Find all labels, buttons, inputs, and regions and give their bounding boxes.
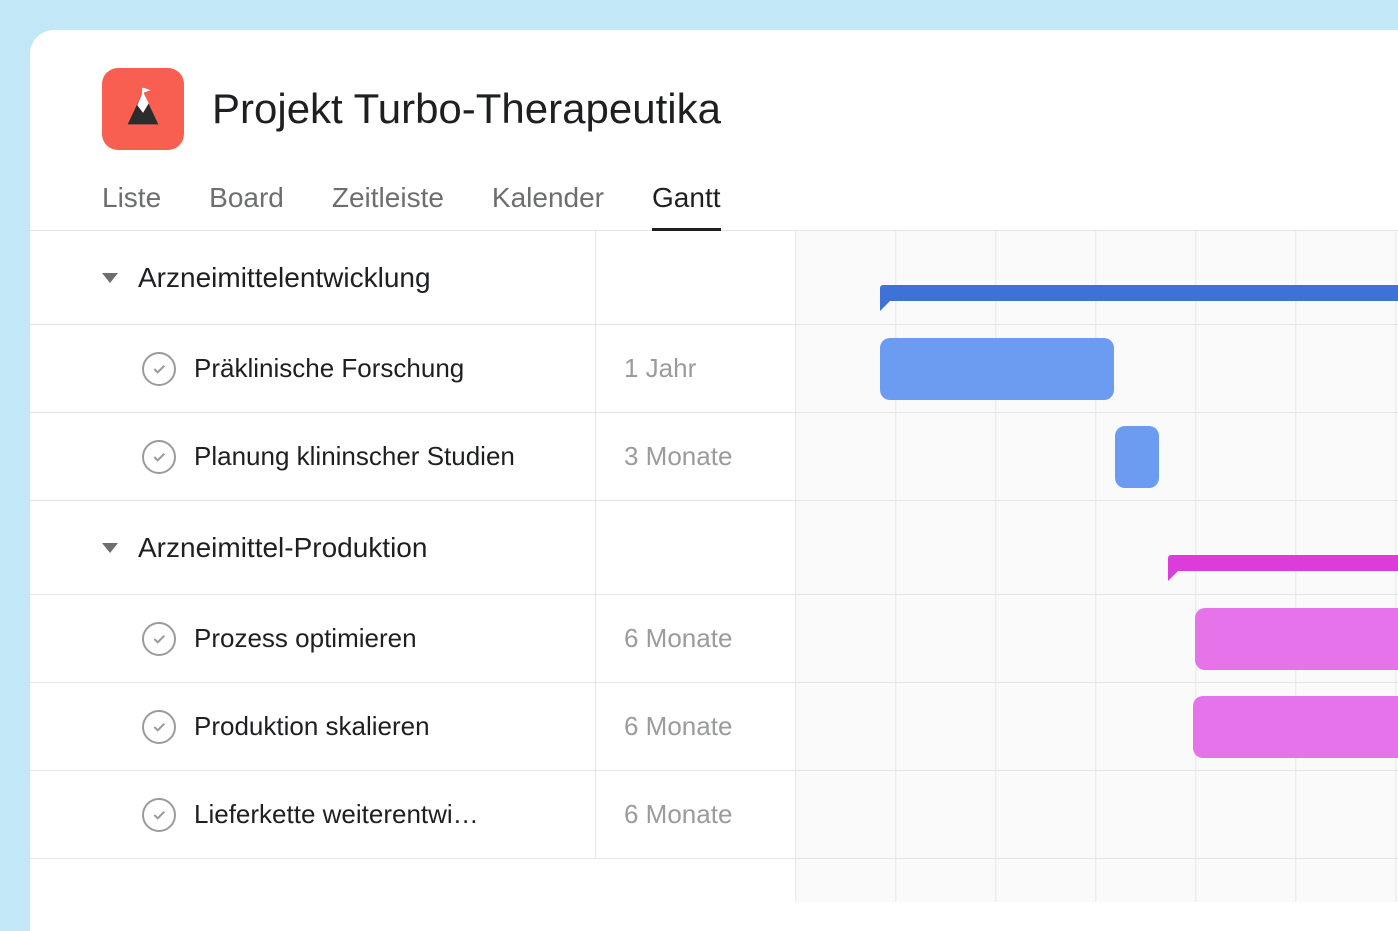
task-duration: 6 Monate <box>595 595 795 682</box>
mountain-flag-icon <box>120 86 166 132</box>
task-name: Planung klininscher Studien <box>194 441 515 472</box>
project-title: Projekt Turbo-Therapeutika <box>212 85 721 133</box>
task-duration: 1 Jahr <box>595 325 795 412</box>
tab-gantt[interactable]: Gantt <box>652 174 720 230</box>
section-name: Arzneimittelentwicklung <box>138 262 431 294</box>
task-row[interactable]: Planung klininscher Studien 3 Monate <box>30 413 795 501</box>
project-icon[interactable] <box>102 68 184 150</box>
task-name: Prozess optimieren <box>194 623 417 654</box>
gantt-bar[interactable] <box>1195 608 1398 670</box>
section-name: Arzneimittel-Produktion <box>138 532 427 564</box>
task-duration: 6 Monate <box>595 683 795 770</box>
view-tabs: Liste Board Zeitleiste Kalender Gantt <box>30 174 1398 231</box>
check-circle-icon[interactable] <box>142 440 176 474</box>
tab-kalender[interactable]: Kalender <box>492 174 604 230</box>
tab-zeitleiste[interactable]: Zeitleiste <box>332 174 444 230</box>
gantt-container: Arzneimittelentwicklung Präklinische For… <box>30 231 1398 902</box>
check-circle-icon[interactable] <box>142 710 176 744</box>
task-duration: 6 Monate <box>595 771 795 858</box>
check-circle-icon[interactable] <box>142 622 176 656</box>
task-duration: 3 Monate <box>595 413 795 500</box>
project-header: Projekt Turbo-Therapeutika <box>30 30 1398 174</box>
caret-down-icon <box>102 543 118 553</box>
gantt-summary-bar[interactable] <box>880 285 1398 301</box>
task-row[interactable]: Produktion skalieren 6 Monate <box>30 683 795 771</box>
gantt-chart[interactable] <box>795 231 1398 902</box>
task-name: Lieferkette weiterentwi… <box>194 799 479 830</box>
task-list: Arzneimittelentwicklung Präklinische For… <box>30 231 795 902</box>
task-name: Produktion skalieren <box>194 711 430 742</box>
gantt-bar[interactable] <box>880 338 1114 400</box>
tab-board[interactable]: Board <box>209 174 284 230</box>
check-circle-icon[interactable] <box>142 352 176 386</box>
caret-down-icon <box>102 273 118 283</box>
tab-liste[interactable]: Liste <box>102 174 161 230</box>
gantt-summary-bar[interactable] <box>1168 555 1398 571</box>
check-circle-icon[interactable] <box>142 798 176 832</box>
section-row[interactable]: Arzneimittelentwicklung <box>30 231 795 325</box>
task-row[interactable]: Präklinische Forschung 1 Jahr <box>30 325 795 413</box>
task-row[interactable]: Lieferkette weiterentwi… 6 Monate <box>30 771 795 859</box>
task-name: Präklinische Forschung <box>194 353 464 384</box>
task-row[interactable]: Prozess optimieren 6 Monate <box>30 595 795 683</box>
gantt-bar[interactable] <box>1193 696 1398 758</box>
app-window: Projekt Turbo-Therapeutika Liste Board Z… <box>30 30 1398 931</box>
gantt-bar[interactable] <box>1115 426 1159 488</box>
section-row[interactable]: Arzneimittel-Produktion <box>30 501 795 595</box>
